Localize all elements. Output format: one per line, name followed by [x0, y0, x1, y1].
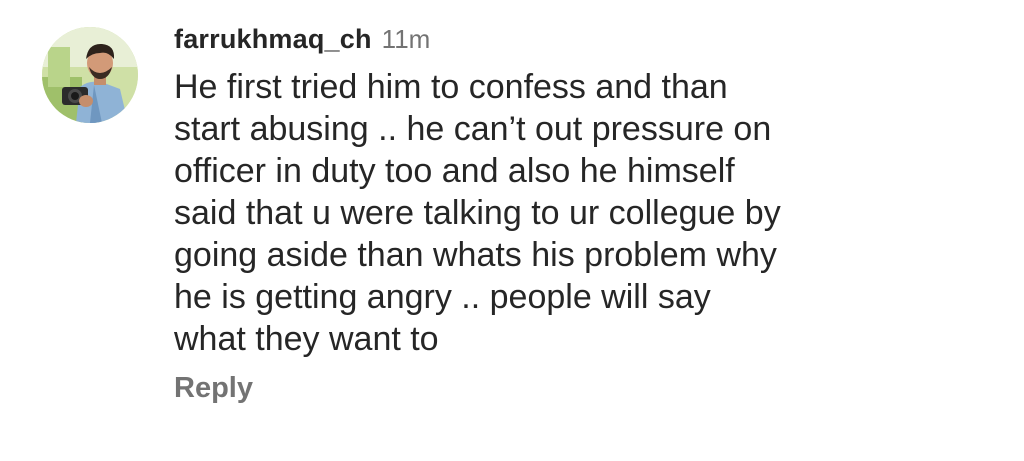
comment-text: He first tried him to confess and than s…: [174, 68, 781, 358]
avatar[interactable]: [42, 27, 138, 123]
avatar-photo: [42, 27, 138, 123]
comment-timestamp: 11m: [381, 24, 431, 54]
comment-item: farrukhmaq_ch 11m He first tried him to …: [0, 0, 1024, 461]
comment-body: farrukhmaq_ch 11m He first tried him to …: [174, 24, 1004, 405]
username-link[interactable]: farrukhmaq_ch: [174, 24, 372, 55]
reply-button[interactable]: Reply: [174, 372, 253, 405]
comment-header: farrukhmaq_ch 11m: [174, 24, 1004, 60]
